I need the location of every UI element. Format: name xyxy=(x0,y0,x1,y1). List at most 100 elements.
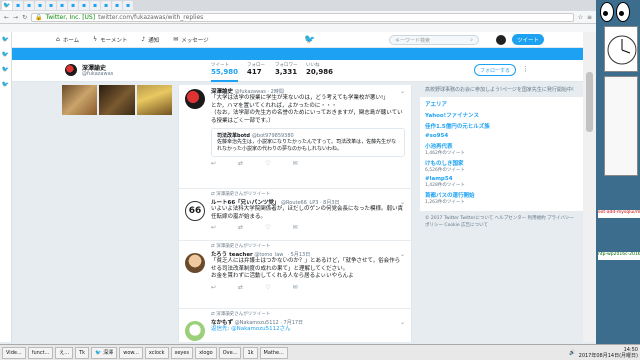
desktop-window-label[interactable]: ext-add-mysqlui/mj xyxy=(598,210,640,218)
avatar[interactable]: 66 xyxy=(185,201,205,221)
trend-item[interactable]: けものしき国家 6,526件のツイート xyxy=(425,159,578,173)
scrollbar-thumb[interactable] xyxy=(586,72,593,132)
stat-following[interactable]: フォロー 417 xyxy=(247,62,265,76)
browser-tab[interactable]: ▪ xyxy=(112,1,122,10)
browser-tab[interactable]: ▪ xyxy=(35,1,45,10)
desktop-window-label[interactable]: ntp-wp2016c-201610 xyxy=(598,252,640,260)
taskbar-item[interactable]: Mathe... xyxy=(259,346,288,359)
chevron-down-icon[interactable]: ⌄ xyxy=(400,319,405,326)
url-input[interactable]: 🔒 Twitter, Inc. [US] twitter.com/fukazaw… xyxy=(31,12,574,22)
taskbar-item[interactable]: Tk xyxy=(75,346,90,359)
stat-followers[interactable]: フォロワー 3,331 xyxy=(275,62,298,76)
twitter-bird-icon[interactable]: 🐦 xyxy=(2,81,9,88)
trend-item[interactable]: #so954 xyxy=(425,133,578,139)
trend-item[interactable]: アエリア xyxy=(425,100,578,108)
photo-thumbnail[interactable] xyxy=(136,85,172,115)
stat-tweets[interactable]: ツイート 55,980 xyxy=(211,62,239,82)
message-icon[interactable]: ✉ xyxy=(292,224,297,231)
message-icon[interactable]: ✉ xyxy=(292,284,297,291)
nav-messages[interactable]: ✉ メッセージ xyxy=(173,36,208,44)
more-icon[interactable]: ⋮ xyxy=(522,65,529,73)
promo-text[interactable]: 高校野球事務のお会に参加しよう!ページを国家先生に発行開始中! xyxy=(420,85,583,97)
forward-icon[interactable]: → xyxy=(13,14,18,21)
nav-notifications[interactable]: ♪ 通知 xyxy=(141,36,159,44)
search-input[interactable]: キーワード検索 ⌕ xyxy=(389,35,479,45)
taskbar-item[interactable]: wow... xyxy=(119,346,143,359)
tweet-button[interactable]: ツイート xyxy=(512,34,544,45)
browser-tab[interactable]: ▪ xyxy=(46,1,56,10)
avatar[interactable] xyxy=(185,253,205,273)
avatar[interactable] xyxy=(185,321,205,341)
stat-likes[interactable]: いいね 20,986 xyxy=(306,62,333,76)
retweet-indicator: ⇄ 深澤諭史さんがリツイート xyxy=(211,191,405,197)
profile-avatar[interactable] xyxy=(64,63,78,77)
like-icon[interactable]: ♡ xyxy=(265,160,270,167)
reply-icon[interactable]: ↩ xyxy=(211,224,216,231)
like-icon[interactable]: ♡ xyxy=(265,224,270,231)
avatar[interactable] xyxy=(496,35,506,45)
nav-moments[interactable]: ϟ モーメント xyxy=(93,36,127,44)
browser-tab[interactable]: ▪ xyxy=(68,1,78,10)
taskbar-item[interactable]: え... xyxy=(55,346,74,359)
browser-tab[interactable]: ▪ xyxy=(90,1,100,10)
browser-tab[interactable]: ▪ xyxy=(79,1,89,10)
star-icon[interactable]: ☆ xyxy=(578,14,583,21)
retweet-icon[interactable]: ⇄ xyxy=(238,160,243,167)
menu-icon[interactable]: ≡ xyxy=(587,14,592,21)
taskbar-item[interactable]: Vide... xyxy=(2,346,26,359)
trend-item[interactable]: Yahoo!ファイナンス xyxy=(425,111,578,119)
retweet-icon[interactable]: ⇄ xyxy=(238,224,243,231)
taskbar-item[interactable]: xeyes xyxy=(170,346,194,359)
chevron-down-icon[interactable]: ⌄ xyxy=(400,88,405,95)
message-icon[interactable]: ✉ xyxy=(292,160,297,167)
follow-button[interactable]: フォローする xyxy=(474,64,516,76)
chevron-down-icon[interactable]: ⌄ xyxy=(400,251,405,258)
taskbar-item[interactable]: funct... xyxy=(27,346,54,359)
browser-tab[interactable]: 🐦 xyxy=(2,1,12,10)
browser-tab[interactable]: ▪ xyxy=(24,1,34,10)
reply-icon[interactable]: ↩ xyxy=(211,284,216,291)
quoted-tweet[interactable]: 司法改革botd @bot979859380 佐藤幸治先生は，小説家になりたかっ… xyxy=(211,128,405,157)
taskbar-item[interactable]: 🐦 深澤 xyxy=(91,346,118,359)
avatar[interactable] xyxy=(185,89,205,109)
twitter-bird-icon[interactable]: 🐦 xyxy=(2,66,9,73)
taskbar-item-label: funct... xyxy=(31,349,50,356)
reload-icon[interactable]: ↻ xyxy=(22,14,27,21)
tweet[interactable]: ⇄ 深澤諭史さんがリツイート たろう teacher @tomo_law_ · … xyxy=(179,241,411,309)
trend-name: アエリア xyxy=(425,101,448,108)
like-icon[interactable]: ♡ xyxy=(265,284,270,291)
chevron-down-icon[interactable]: ⌄ xyxy=(400,199,405,206)
tweet[interactable]: 深澤諭史 @fukazawas · 2時間 ⌄ 「大学は法学の授業に学生が来ない… xyxy=(179,85,411,189)
taskbar-item[interactable]: xlogo xyxy=(195,346,217,359)
scrollbar[interactable] xyxy=(583,32,596,342)
reply-to-line[interactable]: 返信先: @Nakamozu5112さん xyxy=(211,326,405,334)
footer-links[interactable]: © 2017 Twitter Twitterについて ヘルプセンター 利用規約 … xyxy=(420,211,583,233)
photo-thumbnail[interactable] xyxy=(62,85,98,115)
calendar-widget xyxy=(604,76,638,176)
trend-item[interactable]: 首都バスの運行開始 1,263件のツイート xyxy=(425,191,578,205)
browser-tab[interactable]: ▪ xyxy=(13,1,23,10)
trend-item[interactable]: 佳作1.5億円の元ヒルズ族 xyxy=(425,122,578,130)
retweet-indicator: ⇄ 深澤諭史さんがリツイート xyxy=(211,243,405,249)
taskbar-item[interactable]: Ove... xyxy=(218,346,242,359)
search-icon[interactable]: ⌕ xyxy=(470,37,473,43)
browser-tab[interactable]: ▪ xyxy=(123,1,133,10)
browser-tab[interactable]: ▪ xyxy=(101,1,111,10)
back-icon[interactable]: ← xyxy=(4,14,9,21)
taskbar-item[interactable]: xclock xyxy=(144,346,169,359)
volume-icon[interactable]: 🔊 xyxy=(569,350,575,356)
browser-tab[interactable]: ▪ xyxy=(57,1,67,10)
tweet[interactable]: ⇄ 深澤諭史さんがリツイート なかもず @Nakamozu5112 · 7月17… xyxy=(179,309,411,342)
taskbar-clock[interactable]: 14:50 2017年08月14日(月曜日) xyxy=(579,347,638,359)
trend-item[interactable]: #lamp54 1,428件のツイート xyxy=(425,176,578,188)
twitter-bird-icon[interactable]: 🐦 xyxy=(2,51,9,58)
twitter-bird-icon[interactable]: 🐦 xyxy=(2,36,9,43)
tweet[interactable]: ⇄ 深澤諭史さんがリツイート 66 ルート66「兄ぃパンツ党」 @Route66… xyxy=(179,189,411,241)
reply-icon[interactable]: ↩ xyxy=(211,160,216,167)
twitter-logo-icon[interactable]: 🐦 xyxy=(304,35,315,45)
taskbar-item[interactable]: 1k xyxy=(243,346,258,359)
nav-home[interactable]: ⌂ ホーム xyxy=(56,36,79,44)
retweet-icon[interactable]: ⇄ xyxy=(238,284,243,291)
photo-thumbnail[interactable] xyxy=(99,85,135,115)
trend-item[interactable]: 小池再代表 1,462件のツイート xyxy=(425,142,578,156)
